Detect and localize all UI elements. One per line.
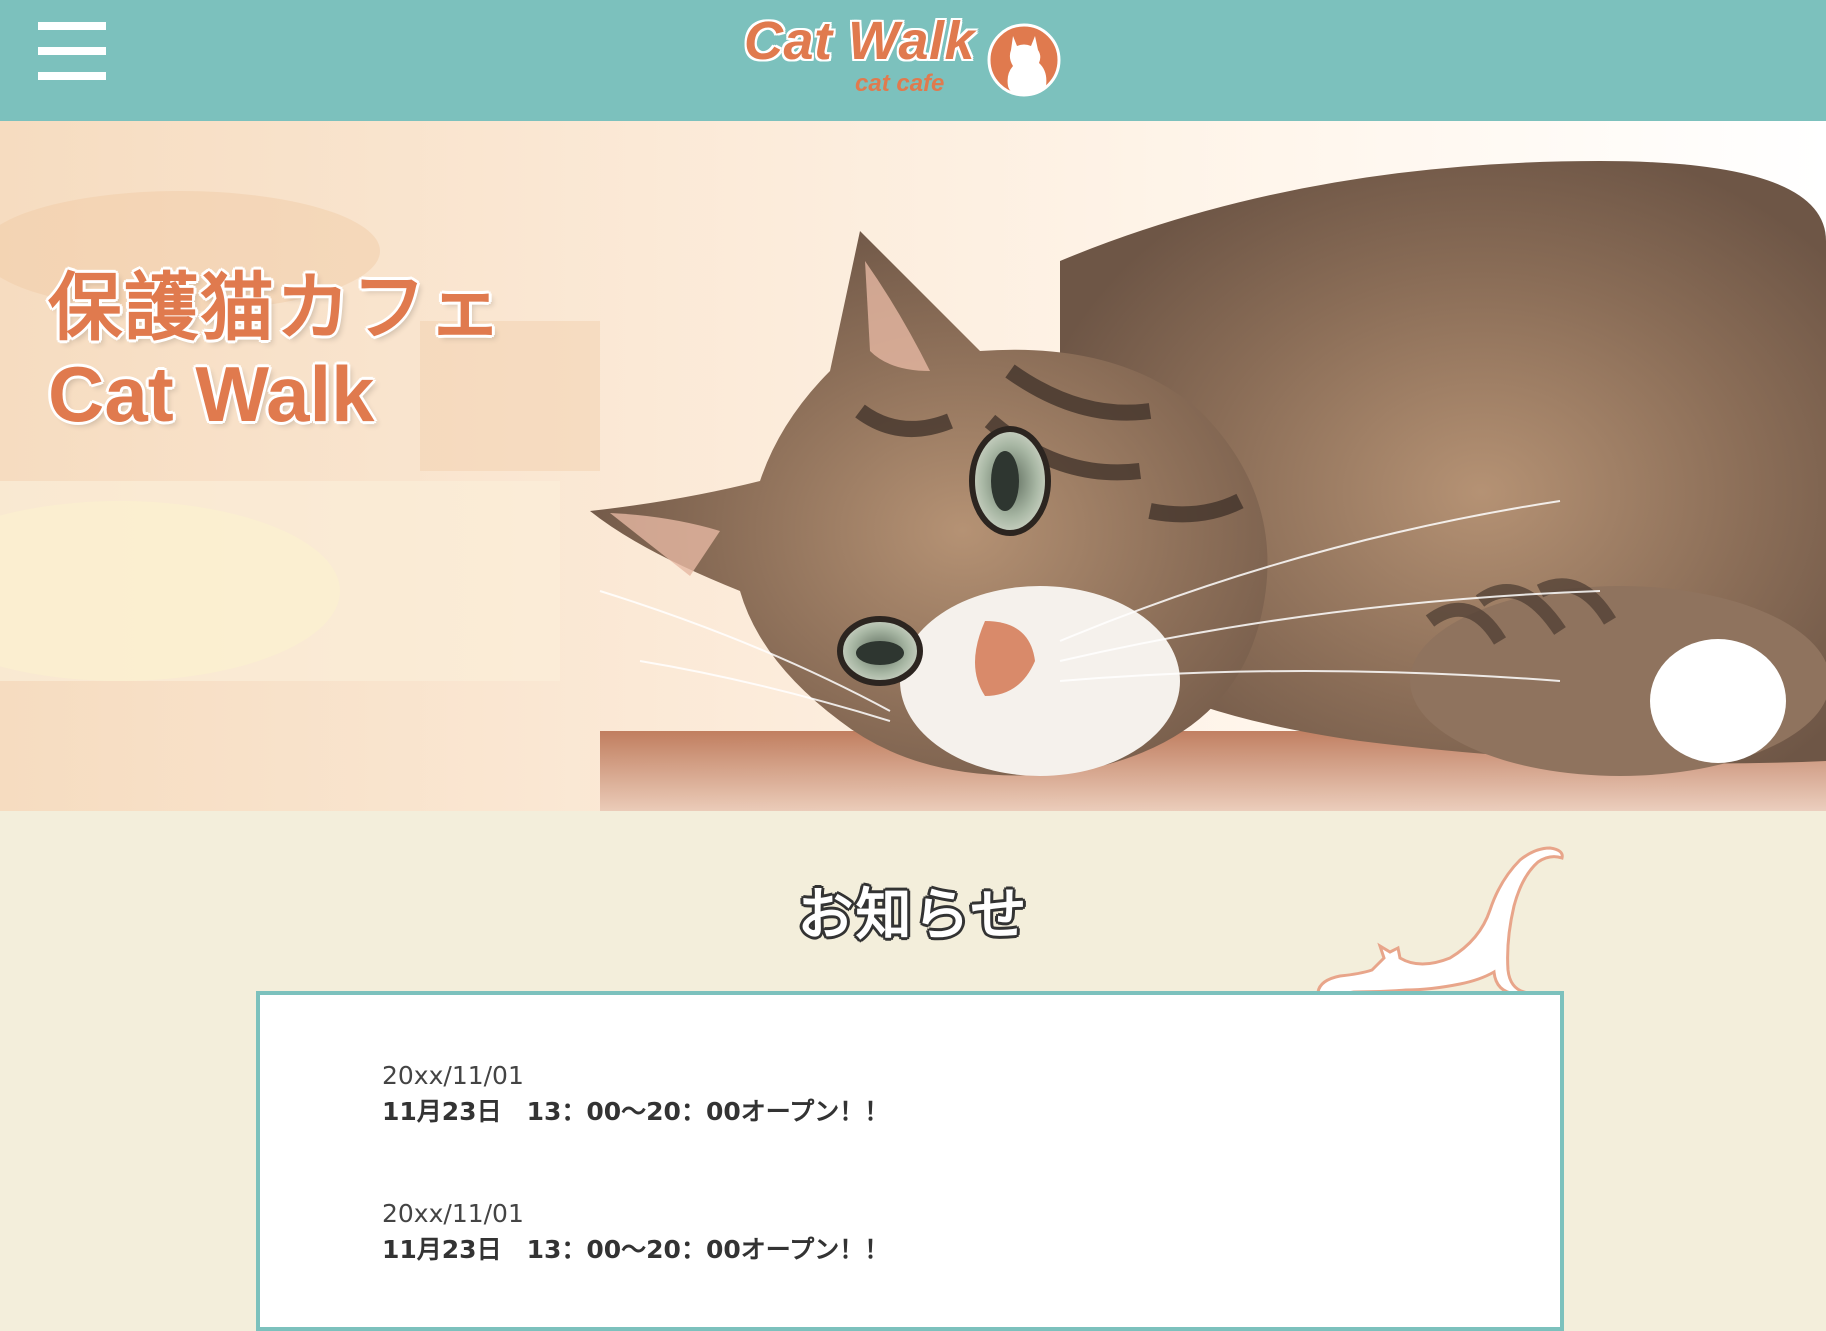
- cat-silhouette-icon: [987, 23, 1061, 97]
- hero-title-line2: Cat Walk: [48, 350, 375, 438]
- stretching-cat-icon: [1316, 846, 1564, 996]
- tabby-cat-photo: [0, 121, 1826, 811]
- news-title: 11月23日 13：00～20：00オープン！！: [382, 1097, 890, 1126]
- hero-title-line1: 保護猫カフェ: [48, 266, 504, 349]
- menu-bar: [38, 22, 106, 30]
- site-logo[interactable]: Cat Walk cat cafe: [740, 8, 1070, 113]
- logo-title: Cat Walk: [744, 11, 976, 71]
- news-item[interactable]: 20xx/11/01 11月23日 13：00～20：00オープン！！: [382, 1059, 889, 1131]
- menu-bar: [38, 72, 106, 80]
- site-header: Cat Walk cat cafe: [0, 0, 1826, 121]
- hamburger-menu-icon[interactable]: [38, 22, 106, 80]
- news-item[interactable]: 20xx/11/01 11月23日 13：00～20：00オープン！！: [382, 1197, 889, 1269]
- news-date: 20xx/11/01: [382, 1061, 524, 1090]
- news-date: 20xx/11/01: [382, 1199, 524, 1228]
- news-list: 20xx/11/01 11月23日 13：00～20：00オープン！！ 20xx…: [256, 991, 1564, 1331]
- logo-subtitle: cat cafe: [855, 70, 945, 97]
- hero-banner: 保護猫カフェ Cat Walk: [0, 121, 1826, 811]
- news-title: 11月23日 13：00～20：00オープン！！: [382, 1235, 890, 1264]
- menu-bar: [38, 47, 106, 55]
- hero-title: 保護猫カフェ Cat Walk: [48, 266, 504, 438]
